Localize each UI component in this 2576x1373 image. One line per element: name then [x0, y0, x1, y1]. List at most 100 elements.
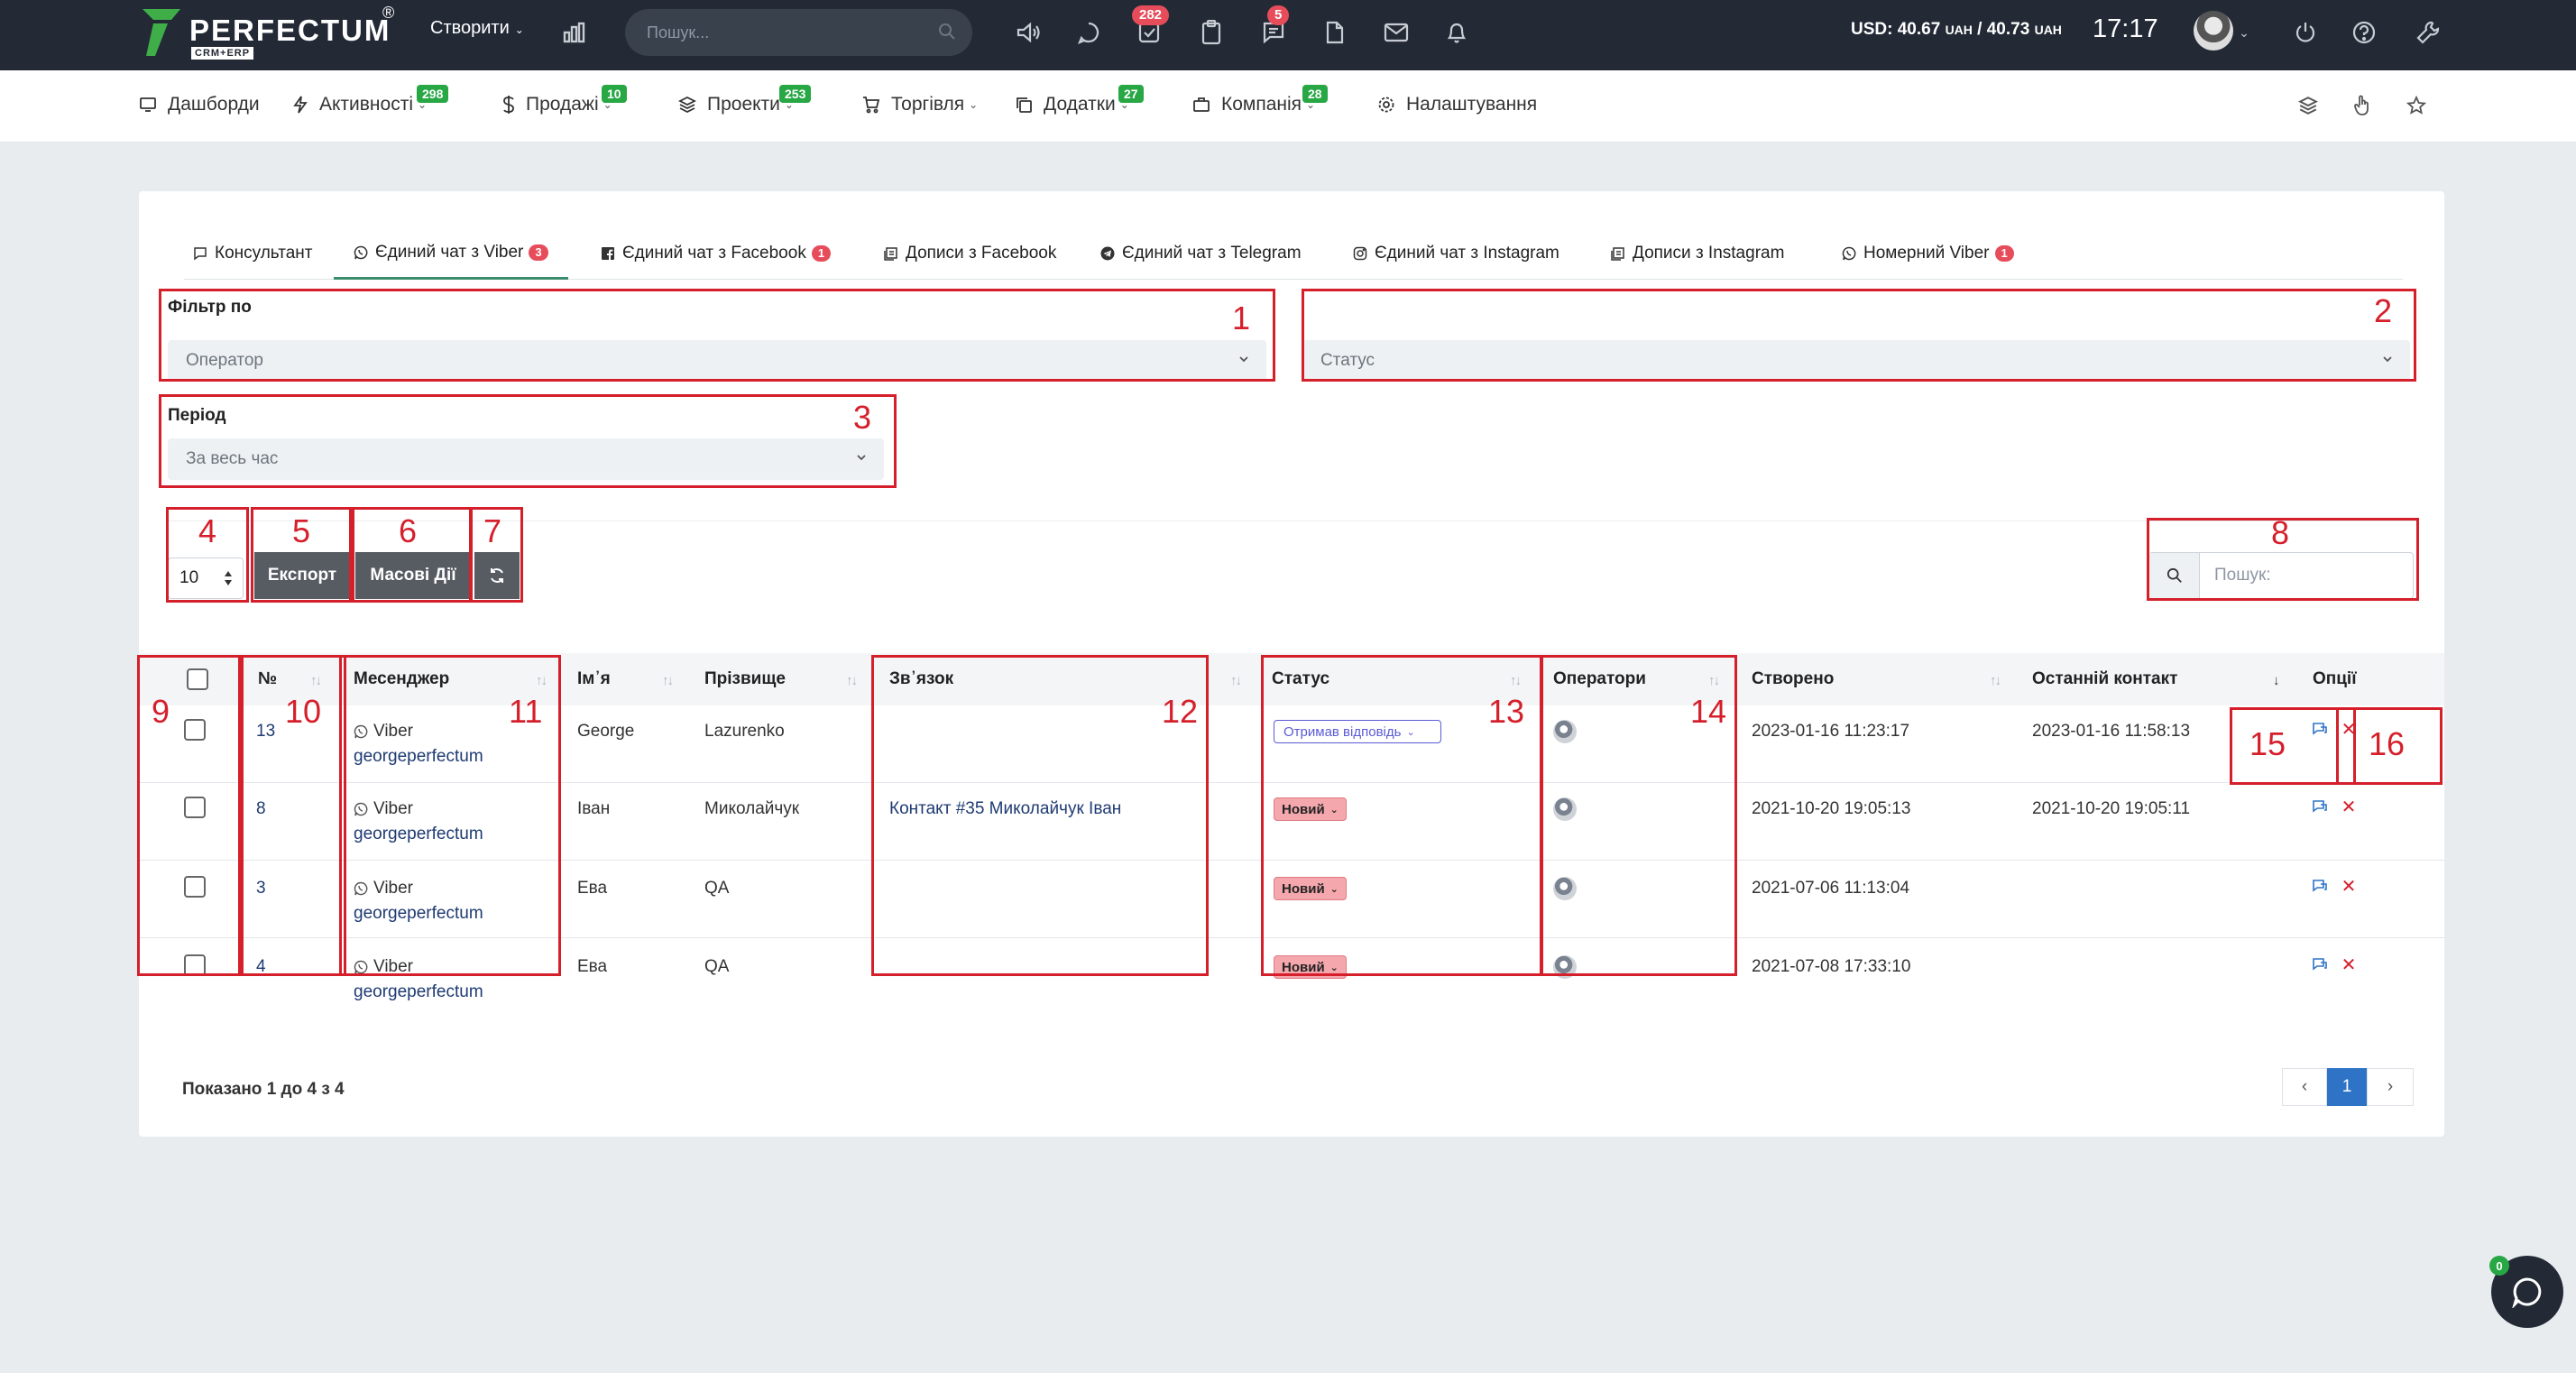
currency-unit: UAH — [1945, 23, 1973, 37]
clock: 17:17 — [2093, 14, 2158, 43]
power-icon[interactable] — [2287, 14, 2323, 51]
tab-label: Єдиний чат з Viber — [375, 242, 524, 262]
megaphone-icon[interactable] — [1010, 14, 1046, 51]
delete-icon[interactable]: ✕ — [2340, 877, 2358, 897]
sort-icon[interactable]: ↑↓ — [1990, 673, 2001, 688]
tab-label: Номерний Viber — [1863, 244, 1990, 263]
annotation-number: 7 — [483, 512, 502, 549]
global-search-input[interactable] — [647, 20, 917, 45]
column-header-last-name[interactable]: Прізвище — [704, 653, 786, 705]
last-name: QA — [704, 957, 730, 976]
user-avatar[interactable] — [2194, 11, 2233, 51]
annotation-number: 15 — [2249, 725, 2286, 762]
stats-icon[interactable] — [557, 14, 593, 51]
last-name: Lazurenko — [704, 722, 785, 741]
open-chat-icon[interactable] — [2311, 877, 2329, 895]
annotation-number: 9 — [152, 693, 170, 730]
layers-icon[interactable] — [2295, 92, 2322, 119]
sort-icon[interactable]: ↑↓ — [662, 673, 674, 688]
column-header-first-name[interactable]: Ім᾽я — [577, 653, 611, 705]
nav-item-dashboards[interactable]: Дашборди — [139, 94, 260, 115]
sort-icon[interactable]: ↑↓ — [1230, 673, 1242, 688]
pagination-prev[interactable]: ‹ — [2282, 1068, 2327, 1106]
sort-desc-icon[interactable]: ↓ — [2273, 673, 2279, 688]
created-date: 2021-07-06 11:13:04 — [1752, 879, 1910, 898]
nav-item-trade[interactable]: Торгівля ⌄ — [862, 94, 978, 115]
tab-count-badge: 1 — [811, 245, 832, 262]
tab-label: Дописи з Instagram — [1633, 244, 1785, 263]
bell-icon[interactable] — [1439, 14, 1475, 51]
open-chat-icon[interactable] — [2311, 797, 2329, 816]
tab-facebook-posts[interactable]: Дописи з Facebook — [884, 227, 1056, 280]
copy-icon — [1015, 96, 1033, 114]
open-chat-icon[interactable] — [2311, 955, 2329, 973]
star-icon[interactable] — [2403, 92, 2430, 119]
nav-badge: 28 — [1302, 85, 1328, 103]
chevron-down-icon[interactable]: ⌄ — [2233, 14, 2255, 51]
tab-telegram-chat[interactable]: Єдиний чат з Telegram — [1100, 227, 1302, 280]
briefcase-icon — [1192, 97, 1210, 113]
annotation-number: 11 — [509, 693, 543, 730]
created-date: 2021-10-20 19:05:13 — [1752, 799, 1911, 818]
pagination-next[interactable]: › — [2367, 1068, 2414, 1106]
create-dropdown[interactable]: Створити ⌄ — [430, 18, 524, 39]
first-name: George — [577, 722, 635, 741]
column-header-created[interactable]: Створено — [1752, 653, 1834, 705]
nav-item-company[interactable]: Компанія ⌄ 28 — [1192, 85, 1328, 115]
global-search[interactable] — [625, 9, 972, 56]
nav-item-label: Продажі — [526, 94, 599, 115]
nav-item-label: Дашборди — [168, 94, 260, 115]
delete-icon[interactable]: ✕ — [2340, 797, 2358, 817]
first-name: Ева — [577, 957, 608, 976]
account-link[interactable]: georgeperfectum — [354, 982, 483, 1002]
tab-instagram-posts[interactable]: Дописи з Instagram — [1611, 227, 1784, 280]
column-header-last-contact[interactable]: Останній контакт — [2032, 653, 2177, 705]
nav-item-sales[interactable]: Продажі ⌄ 10 — [502, 85, 627, 115]
logo-text: PERFECTUM — [189, 14, 391, 47]
nav-item-activities[interactable]: Активності ⌄ 298 — [292, 85, 449, 115]
tab-count-badge: 3 — [529, 244, 548, 261]
annotation-box — [871, 655, 1209, 976]
clipboard-icon[interactable] — [1193, 14, 1229, 51]
tab-viber-chat[interactable]: Єдиний чат з Viber 3 — [334, 227, 568, 280]
tab-consultant[interactable]: Консультант — [193, 227, 312, 280]
logo[interactable]: PERFECTUM ® CRM+ERP — [141, 4, 411, 61]
wrench-icon[interactable] — [2410, 14, 2446, 51]
nav-badge: 27 — [1118, 85, 1144, 103]
search-icon[interactable] — [938, 23, 956, 41]
layers-icon — [678, 96, 696, 114]
document-icon[interactable] — [1317, 14, 1353, 51]
monitor-icon — [139, 96, 157, 114]
create-label: Створити — [430, 18, 510, 38]
tab-label: Єдиний чат з Instagram — [1375, 244, 1559, 263]
cart-icon — [862, 96, 880, 114]
nav-item-addons[interactable]: Додатки ⌄ 27 — [1015, 85, 1144, 115]
tab-facebook-chat[interactable]: Єдиний чат з Facebook 1 — [601, 227, 832, 280]
chat-widget-badge: 0 — [2489, 1256, 2509, 1276]
nav-item-label: Налаштування — [1406, 94, 1538, 115]
tasks-badge: 282 — [1132, 5, 1170, 25]
last-contact-date: 2023-01-16 11:58:13 — [2032, 722, 2191, 741]
chevron-down-icon: ⌄ — [969, 98, 979, 111]
delete-icon[interactable]: ✕ — [2340, 955, 2358, 975]
chevron-down-icon: ⌄ — [514, 23, 524, 36]
sort-icon[interactable]: ↑↓ — [846, 673, 858, 688]
annotation-number: 2 — [2374, 292, 2393, 329]
tab-label: Консультант — [215, 244, 313, 263]
tab-instagram-chat[interactable]: Єдиний чат з Instagram — [1353, 227, 1559, 280]
dollar-icon — [502, 95, 515, 115]
pagination-page[interactable]: 1 — [2327, 1068, 2367, 1106]
main-nav: Дашборди Активності ⌄ 298 Продажі ⌄ 10 Про… — [0, 70, 2576, 143]
nav-item-settings[interactable]: Налаштування — [1377, 94, 1537, 115]
instagram-icon — [1353, 246, 1367, 261]
help-icon[interactable] — [2346, 14, 2382, 51]
column-header-options: Опції — [2313, 669, 2357, 688]
tab-label: Дописи з Facebook — [906, 244, 1057, 263]
chat-icon[interactable] — [1071, 14, 1107, 51]
nav-item-projects[interactable]: Проекти ⌄ 253 — [678, 85, 812, 115]
last-name: Миколайчук — [704, 799, 800, 818]
tab-number-viber[interactable]: Номерний Viber 1 — [1842, 227, 2014, 280]
mail-icon[interactable] — [1378, 14, 1414, 51]
hand-icon[interactable] — [2349, 92, 2376, 119]
posts-icon — [884, 246, 898, 261]
